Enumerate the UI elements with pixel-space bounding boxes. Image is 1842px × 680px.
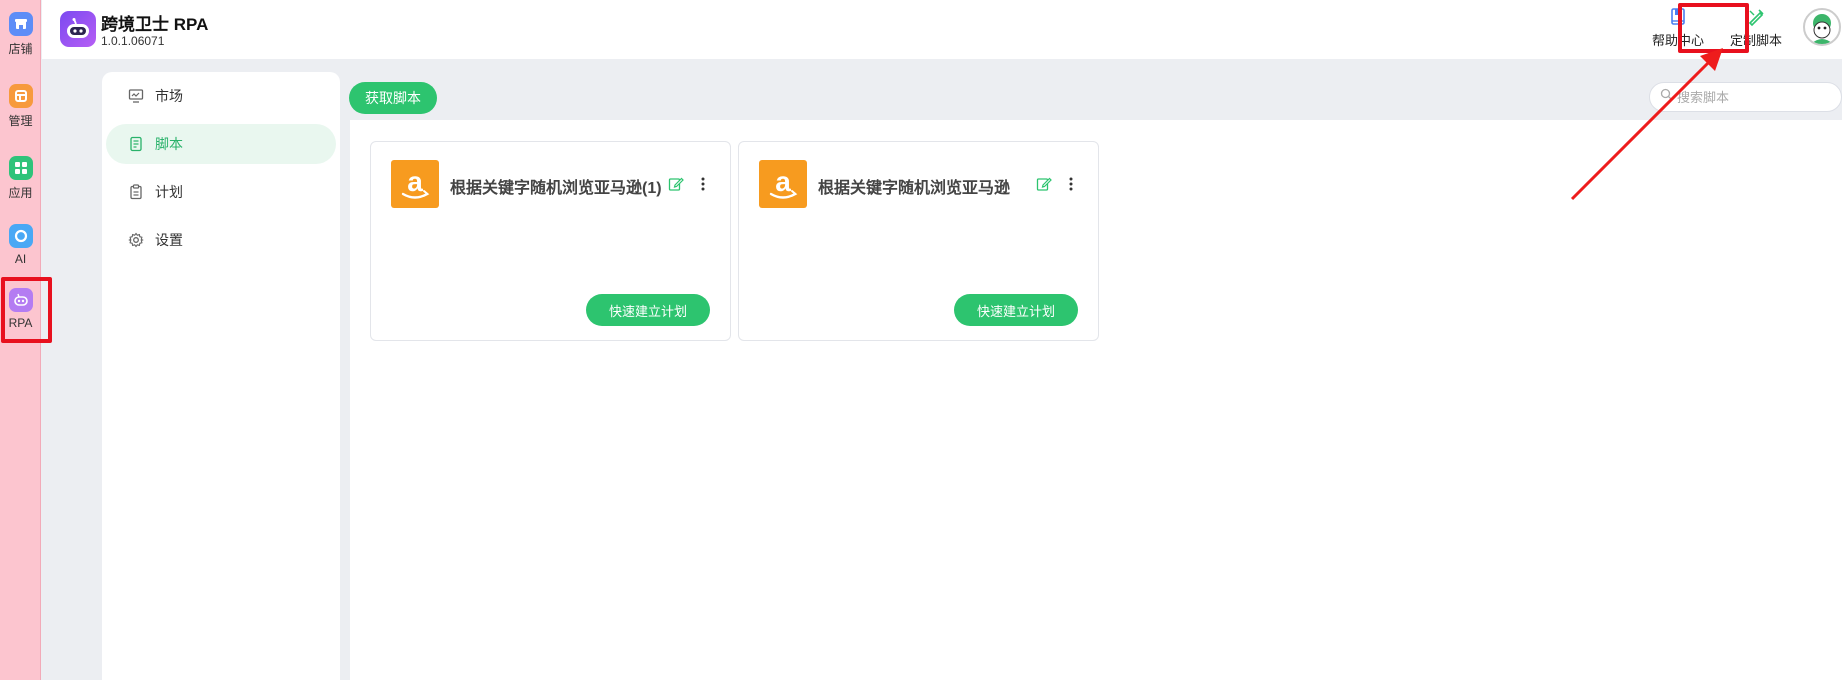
left-rail: 店铺 管理 应用 AI RPA xyxy=(0,0,41,680)
rail-label: AI xyxy=(14,252,27,266)
edit-icon[interactable] xyxy=(668,176,684,192)
rail-label: RPA xyxy=(8,316,33,330)
book-icon xyxy=(1668,7,1688,27)
help-center-label: 帮助中心 xyxy=(1651,33,1704,48)
search-box[interactable] xyxy=(1649,82,1842,112)
custom-script-button[interactable]: 定制脚本 xyxy=(1724,7,1788,49)
subnav-label: 计划 xyxy=(155,184,183,200)
subnav-item-market[interactable]: 市场 xyxy=(106,76,336,116)
help-center-button[interactable]: 帮助中心 xyxy=(1648,7,1708,49)
robot-logo-icon xyxy=(60,11,96,47)
svg-text:a: a xyxy=(775,166,791,197)
rail-item-ai[interactable]: AI xyxy=(0,224,41,266)
custom-script-label: 定制脚本 xyxy=(1729,33,1782,48)
subnav-item-plan[interactable]: 计划 xyxy=(106,172,336,212)
app-title: 跨境卫士 RPA xyxy=(101,15,209,34)
quick-create-plan-button[interactable]: 快速建立计划 xyxy=(954,294,1078,326)
more-vertical-icon[interactable] xyxy=(1063,175,1079,193)
rail-item-manage[interactable]: 管理 xyxy=(0,84,41,129)
script-card[interactable]: a 根据关键字随机浏览亚马逊 快速建立计划 xyxy=(738,141,1099,341)
script-title: 根据关键字随机浏览亚马逊(1) xyxy=(450,180,662,197)
gear-icon xyxy=(128,232,144,248)
amazon-icon: a xyxy=(391,160,439,208)
rail-item-rpa[interactable]: RPA xyxy=(0,288,41,330)
sub-navigation: 市场 脚本 计划 设置 xyxy=(102,72,340,680)
rail-item-apps[interactable]: 应用 xyxy=(0,156,41,201)
rail-label: 管理 xyxy=(8,114,33,128)
rail-item-store[interactable]: 店铺 xyxy=(0,12,41,57)
pencil-ruler-icon xyxy=(1746,7,1766,27)
edit-icon[interactable] xyxy=(1036,176,1052,192)
clipboard-icon xyxy=(128,184,144,200)
script-title: 根据关键字随机浏览亚马逊 xyxy=(818,180,1011,197)
subnav-label: 设置 xyxy=(155,232,183,248)
script-card[interactable]: a 根据关键字随机浏览亚马逊(1) 快速建立计划 xyxy=(370,141,731,341)
subnav-label: 脚本 xyxy=(155,136,183,152)
subnav-item-script[interactable]: 脚本 xyxy=(106,124,336,164)
quick-create-plan-button[interactable]: 快速建立计划 xyxy=(586,294,710,326)
apps-icon xyxy=(8,156,33,180)
subnav-item-settings[interactable]: 设置 xyxy=(106,220,336,260)
ai-icon xyxy=(8,224,33,248)
search-input[interactable] xyxy=(1677,89,1827,105)
app-header: 跨境卫士 RPA 1.0.1.06071 帮助中心 定制脚本 xyxy=(42,0,1842,59)
user-avatar[interactable] xyxy=(1803,8,1841,46)
monitor-icon xyxy=(128,88,144,104)
app-version: 1.0.1.06071 xyxy=(101,34,165,48)
store-icon xyxy=(8,12,33,36)
manage-icon xyxy=(8,84,33,108)
rail-label: 店铺 xyxy=(8,42,33,56)
robot-icon xyxy=(8,288,33,312)
more-vertical-icon[interactable] xyxy=(695,175,711,193)
search-icon xyxy=(1660,88,1673,106)
rail-label: 应用 xyxy=(8,186,33,200)
amazon-icon: a xyxy=(759,160,807,208)
svg-text:a: a xyxy=(407,166,423,197)
get-script-button[interactable]: 获取脚本 xyxy=(349,82,437,114)
subnav-label: 市场 xyxy=(155,88,183,104)
script-icon xyxy=(128,136,144,152)
